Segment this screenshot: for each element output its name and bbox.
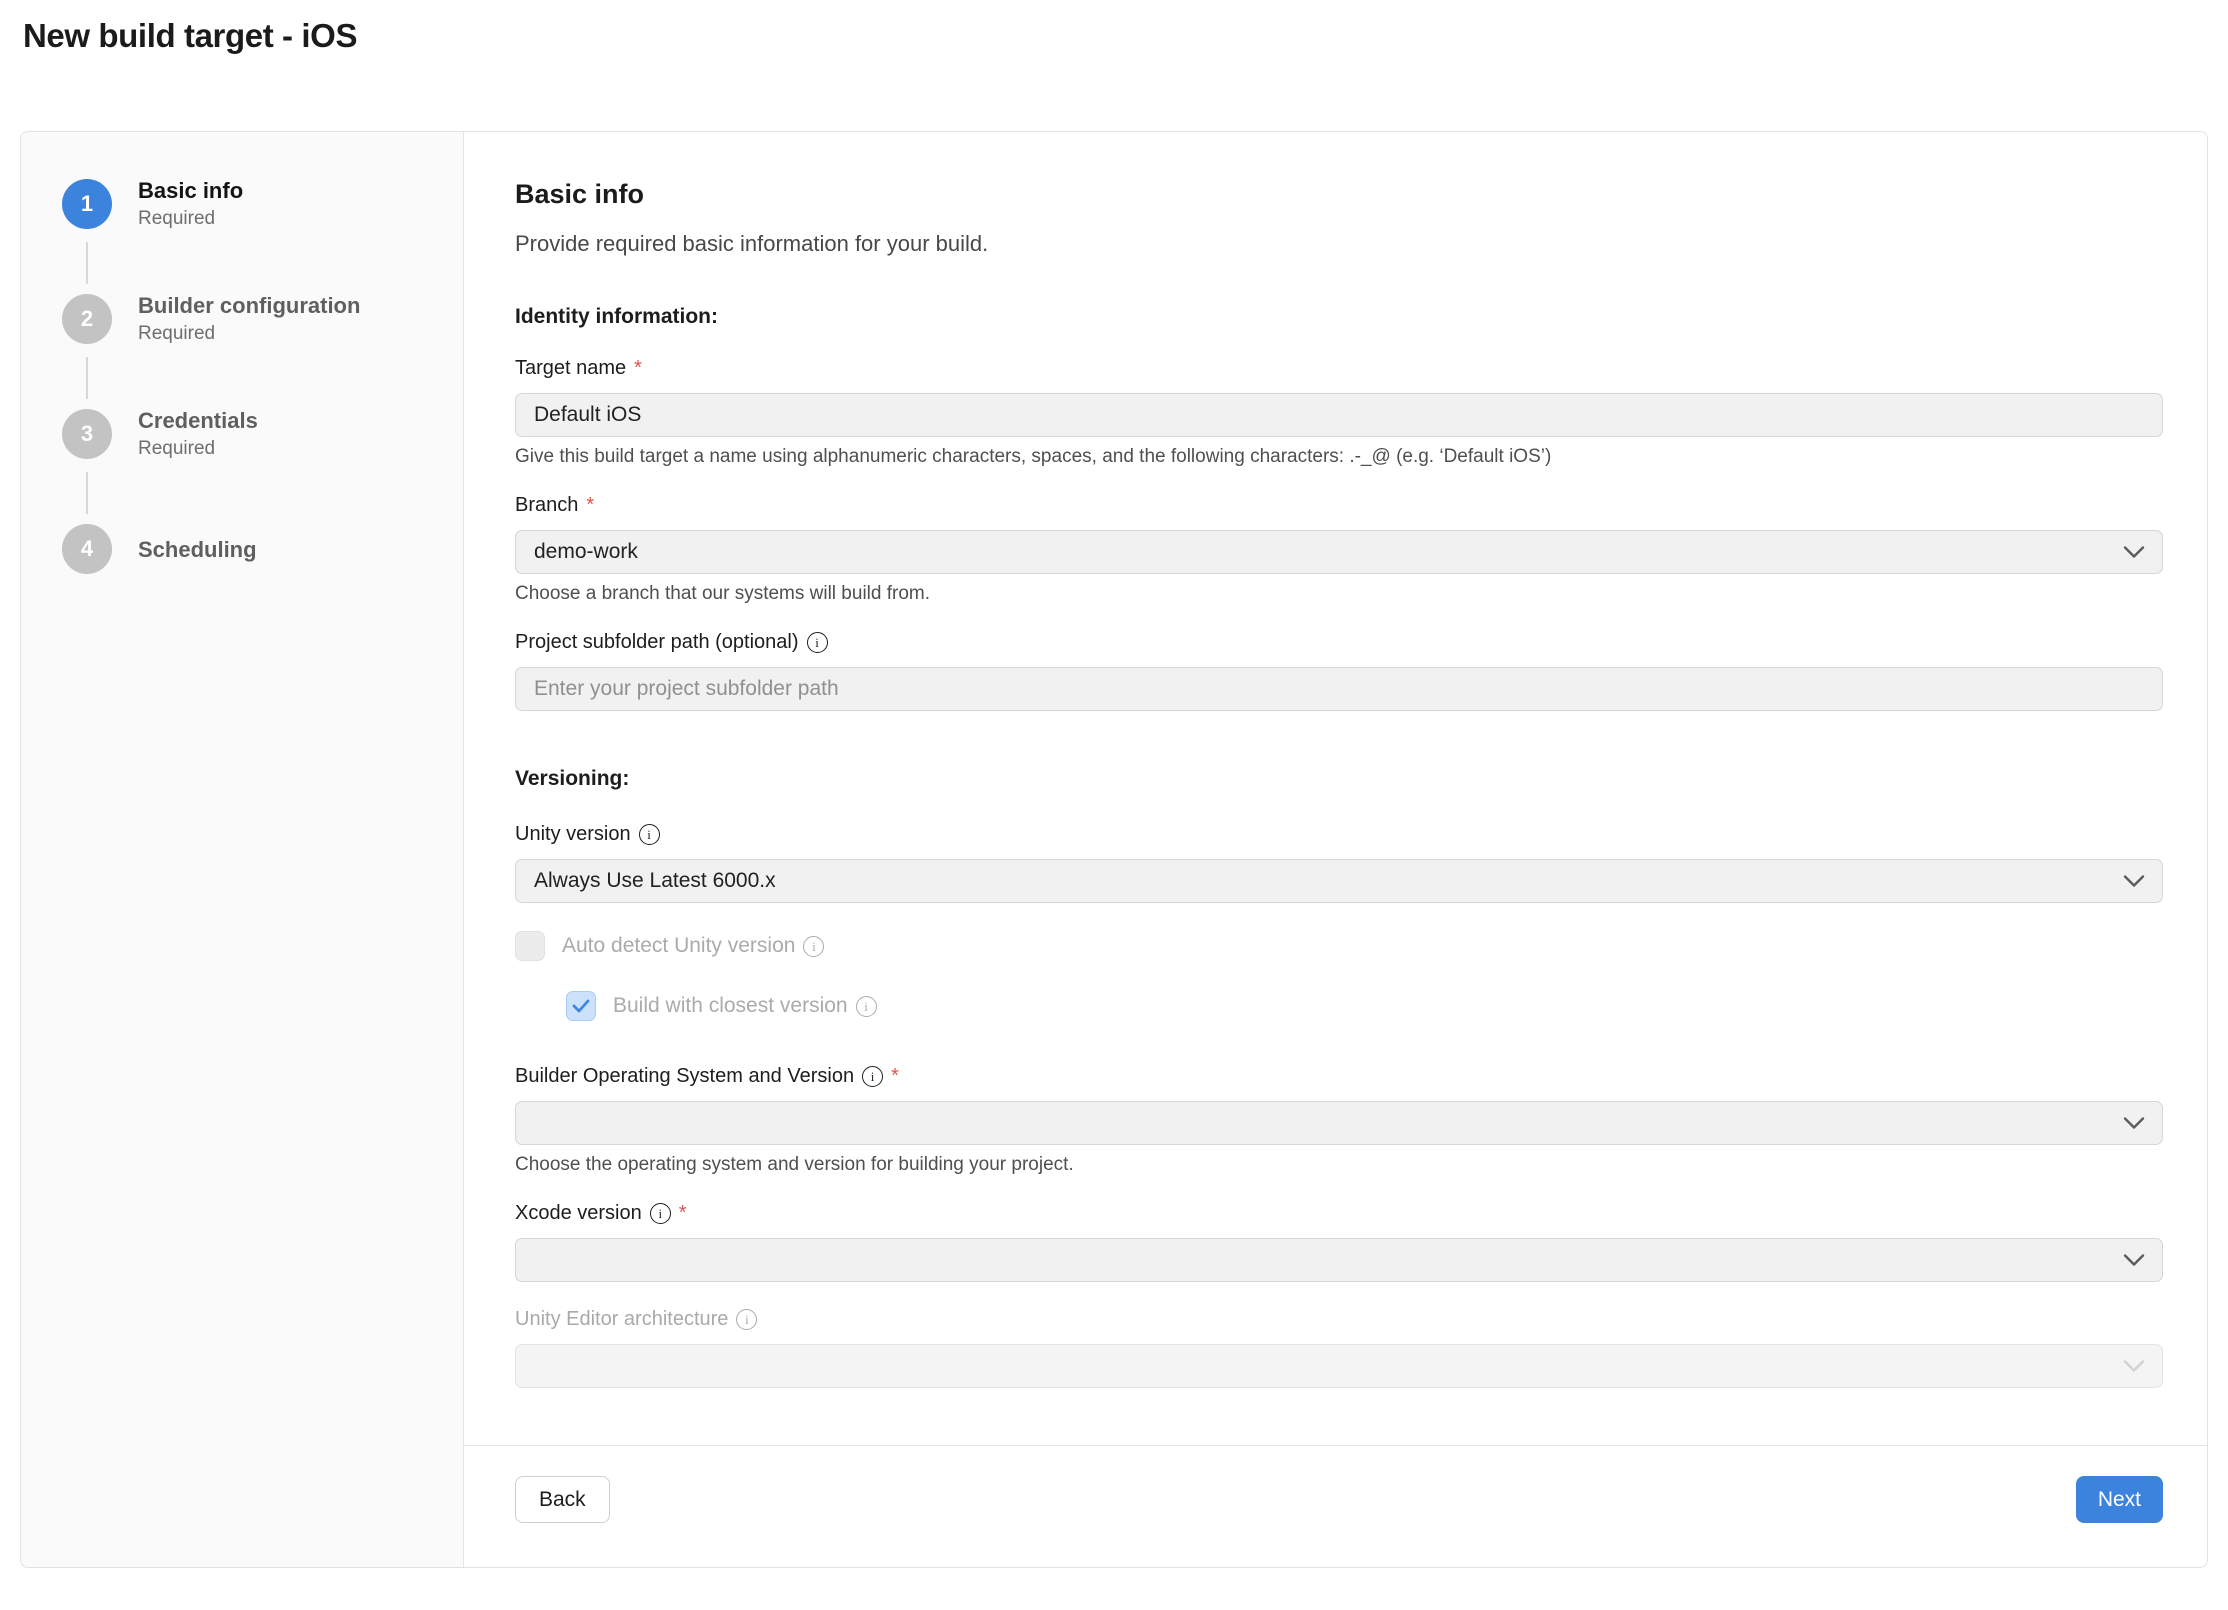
branch-select[interactable]: demo-work xyxy=(515,530,2163,574)
step-connector xyxy=(86,472,88,514)
step-circle: 4 xyxy=(62,524,112,574)
branch-label: Branch * xyxy=(515,494,2163,517)
step-label: Credentials xyxy=(138,406,258,435)
editor-arch-field: Unity Editor architecture i xyxy=(515,1308,2163,1388)
target-name-label: Target name * xyxy=(515,357,2163,380)
closest-version-label: Build with closest version i xyxy=(613,994,877,1018)
required-asterisk: * xyxy=(634,357,642,380)
stepper-step-builder-configuration[interactable]: 2 Builder configuration Required xyxy=(62,294,463,347)
step-circle: 1 xyxy=(62,179,112,229)
back-button[interactable]: Back xyxy=(515,1476,610,1523)
required-asterisk: * xyxy=(679,1202,687,1225)
step-label: Builder configuration xyxy=(138,291,360,320)
branch-helper: Choose a branch that our systems will bu… xyxy=(515,583,2163,605)
branch-label-text: Branch xyxy=(515,494,578,517)
unity-version-field: Unity version i Always Use Latest 6000.x xyxy=(515,823,2163,903)
stepper-step-credentials[interactable]: 3 Credentials Required xyxy=(62,409,463,462)
editor-arch-select xyxy=(515,1344,2163,1388)
unity-version-label-text: Unity version xyxy=(515,823,631,846)
stepper-sidebar: 1 Basic info Required 2 Builder configur… xyxy=(21,132,464,1567)
step-connector xyxy=(86,357,88,399)
xcode-version-field: Xcode version i * xyxy=(515,1202,2163,1282)
builder-os-select[interactable] xyxy=(515,1101,2163,1145)
chevron-down-icon xyxy=(2123,1254,2145,1267)
auto-detect-row: Auto detect Unity version i xyxy=(515,931,2163,961)
subfolder-field: Project subfolder path (optional) i xyxy=(515,631,2163,711)
target-name-label-text: Target name xyxy=(515,357,626,380)
stepper-step-basic-info[interactable]: 1 Basic info Required xyxy=(62,179,463,232)
unity-version-select[interactable]: Always Use Latest 6000.x xyxy=(515,859,2163,903)
check-icon xyxy=(572,999,590,1013)
chevron-down-icon xyxy=(2123,1360,2145,1373)
chevron-down-icon xyxy=(2123,546,2145,559)
subfolder-input[interactable] xyxy=(515,667,2163,711)
closest-version-checkbox xyxy=(566,991,596,1021)
closest-version-row: Build with closest version i xyxy=(566,991,2163,1021)
step-label: Scheduling xyxy=(138,535,257,564)
builder-os-field: Builder Operating System and Version i *… xyxy=(515,1065,2163,1176)
builder-os-label-text: Builder Operating System and Version xyxy=(515,1065,854,1088)
branch-select-value: demo-work xyxy=(534,540,638,564)
builder-os-label: Builder Operating System and Version i * xyxy=(515,1065,2163,1088)
chevron-down-icon xyxy=(2123,1117,2145,1130)
unity-version-label: Unity version i xyxy=(515,823,2163,846)
info-icon: i xyxy=(856,996,877,1017)
versioning-section-title: Versioning: xyxy=(515,767,2163,791)
next-button[interactable]: Next xyxy=(2076,1476,2163,1523)
info-icon: i xyxy=(736,1309,757,1330)
info-icon: i xyxy=(803,936,824,957)
info-icon: i xyxy=(650,1203,671,1224)
closest-version-label-text: Build with closest version xyxy=(613,994,848,1018)
section-subheading: Provide required basic information for y… xyxy=(515,231,2163,257)
info-icon: i xyxy=(862,1066,883,1087)
auto-detect-label: Auto detect Unity version i xyxy=(562,934,824,958)
xcode-version-label: Xcode version i * xyxy=(515,1202,2163,1225)
step-circle: 2 xyxy=(62,294,112,344)
step-connector xyxy=(86,242,88,284)
editor-arch-label-text: Unity Editor architecture xyxy=(515,1308,728,1331)
wizard-footer: Back Next xyxy=(464,1445,2207,1567)
step-sublabel: Required xyxy=(138,435,258,462)
required-asterisk: * xyxy=(891,1065,899,1088)
subfolder-label-text: Project subfolder path (optional) xyxy=(515,631,799,654)
step-label: Basic info xyxy=(138,176,243,205)
wizard-card: 1 Basic info Required 2 Builder configur… xyxy=(20,131,2208,1568)
subfolder-label: Project subfolder path (optional) i xyxy=(515,631,2163,654)
builder-os-helper: Choose the operating system and version … xyxy=(515,1154,2163,1176)
step-sublabel: Required xyxy=(138,205,243,232)
info-icon: i xyxy=(639,824,660,845)
auto-detect-checkbox xyxy=(515,931,545,961)
auto-detect-label-text: Auto detect Unity version xyxy=(562,934,795,958)
branch-field: Branch * demo-work Choose a branch that … xyxy=(515,494,2163,605)
xcode-version-label-text: Xcode version xyxy=(515,1202,642,1225)
editor-arch-label: Unity Editor architecture i xyxy=(515,1308,2163,1331)
step-circle: 3 xyxy=(62,409,112,459)
identity-section-title: Identity information: xyxy=(515,305,2163,329)
info-icon: i xyxy=(807,632,828,653)
step-sublabel: Required xyxy=(138,320,360,347)
target-name-field: Target name * Give this build target a n… xyxy=(515,357,2163,468)
main-panel: Basic info Provide required basic inform… xyxy=(464,132,2207,1567)
section-heading: Basic info xyxy=(515,179,2163,210)
stepper-step-scheduling[interactable]: 4 Scheduling xyxy=(62,524,463,574)
chevron-down-icon xyxy=(2123,875,2145,888)
page-title: New build target - iOS xyxy=(23,16,2228,56)
xcode-version-select[interactable] xyxy=(515,1238,2163,1282)
required-asterisk: * xyxy=(586,494,594,517)
unity-version-select-value: Always Use Latest 6000.x xyxy=(534,869,776,893)
target-name-input[interactable] xyxy=(515,393,2163,437)
target-name-helper: Give this build target a name using alph… xyxy=(515,446,2163,468)
